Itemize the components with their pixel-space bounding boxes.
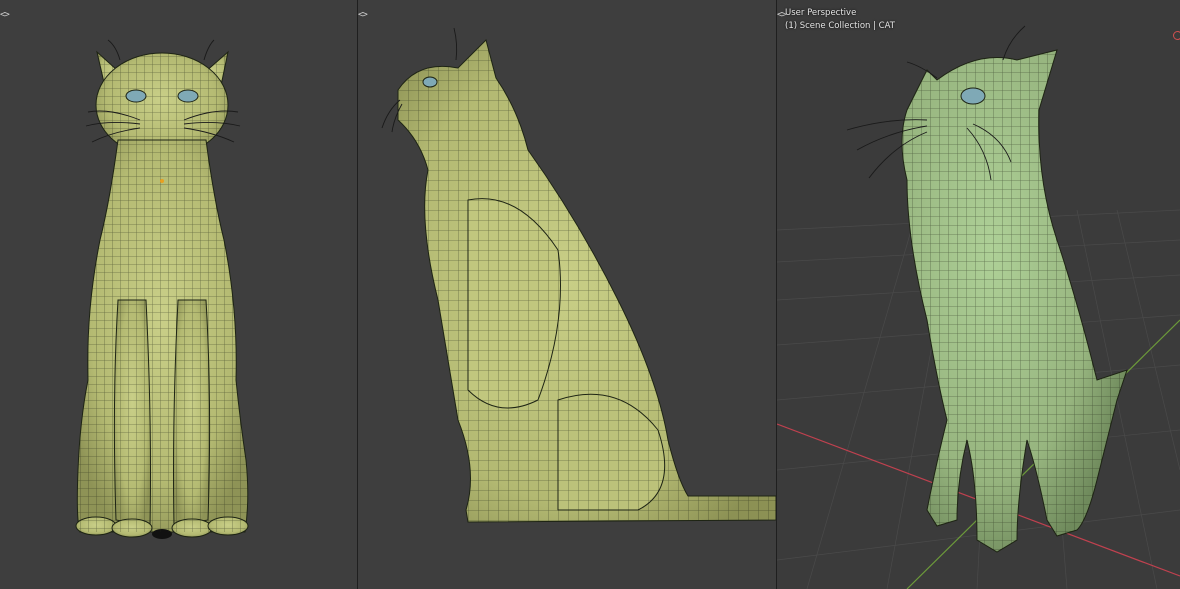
collection-label: (1) Scene Collection | CAT [785,21,895,31]
view-label: User Perspective [785,8,857,18]
area-split-handle[interactable]: <> [358,10,368,20]
cat-side-mesh [381,27,776,523]
navigation-gizmo-icon[interactable] [1173,31,1180,40]
perspective-scene [777,25,1180,589]
viewport-side[interactable]: <> [358,0,776,589]
blender-window: <> <> <> User Perspective (1) Scene Coll… [0,0,1180,589]
cat-front-mesh [75,39,249,539]
viewport-perspective[interactable]: <> User Perspective (1) Scene Collection… [777,0,1180,589]
viewport-front[interactable]: <> [0,0,357,589]
area-split-handle[interactable]: <> [0,10,10,20]
